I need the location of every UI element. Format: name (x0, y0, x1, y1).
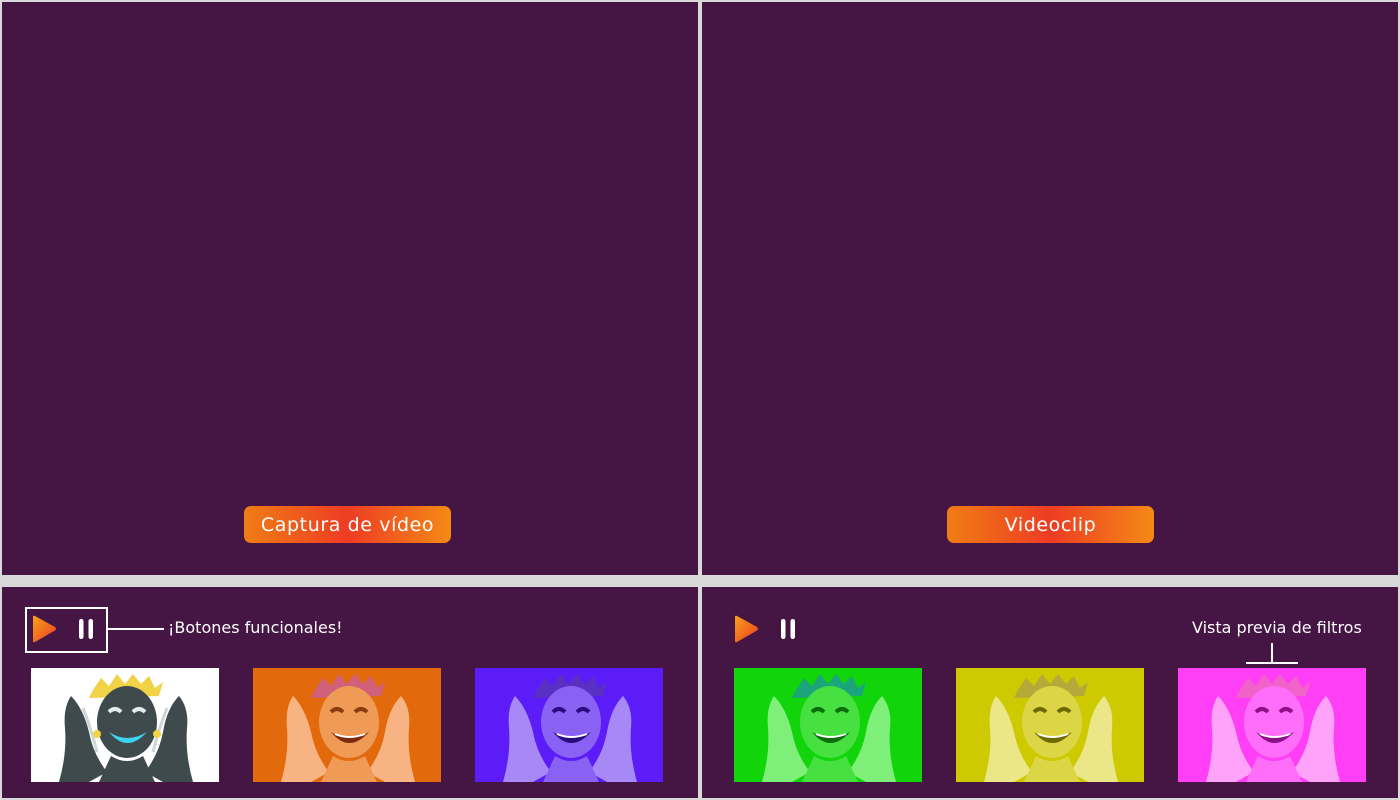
video-capture-label: Captura de vídeo (244, 506, 451, 543)
filter-thumbnail-green[interactable] (734, 668, 922, 782)
pause-icon[interactable] (76, 617, 96, 645)
filter-preview-note: Vista previa de filtros (1192, 618, 1362, 637)
pause-icon[interactable] (778, 617, 798, 645)
video-capture-panel: Captura de vídeo (2, 2, 698, 575)
note-bracket-bar (1246, 662, 1298, 664)
note-bracket-stem (1271, 643, 1273, 663)
filter-thumbnail-magenta[interactable] (1178, 668, 1366, 782)
filter-thumbnail-orange[interactable] (253, 668, 441, 782)
play-icon[interactable] (732, 615, 760, 643)
clip-filter-panel: Vista previa de filtros (702, 587, 1398, 798)
video-clip-label: Videoclip (947, 506, 1154, 543)
video-clip-panel: Videoclip (702, 2, 1398, 575)
play-icon[interactable] (30, 615, 58, 643)
note-leader-line (106, 628, 164, 630)
filter-thumbnail-inverted[interactable] (31, 668, 219, 782)
functional-buttons-note: ¡Botones funcionales! (168, 618, 343, 637)
filter-thumbnail-yellow[interactable] (956, 668, 1144, 782)
filter-thumbnail-violet[interactable] (475, 668, 663, 782)
capture-filter-panel: ¡Botones funcionales! (2, 587, 698, 798)
